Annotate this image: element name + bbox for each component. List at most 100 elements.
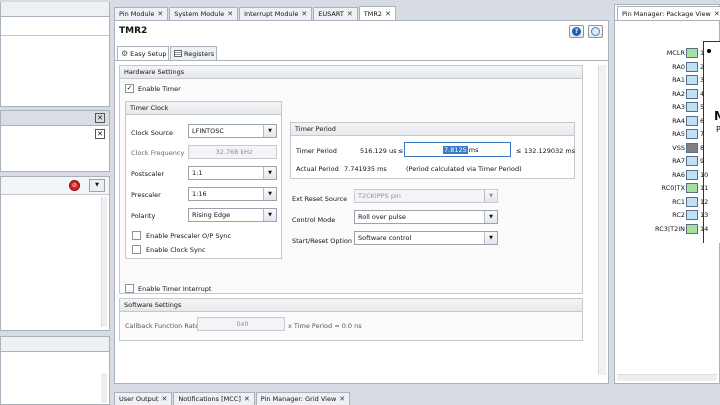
clock-source-label: Clock Source [131,129,174,137]
start-reset-label: Start/Reset Option [292,237,352,245]
software-settings-group: Software Settings Callback Function Rate… [119,298,583,341]
pin-box[interactable] [686,61,698,72]
prescaler-select[interactable]: 1:16 ▼ [188,187,277,201]
close-icon[interactable]: ✕ [227,10,233,18]
pin-number: 5 [700,103,705,111]
software-settings-title: Software Settings [120,299,582,312]
chevron-down-icon[interactable]: ▼ [89,179,105,192]
pin-box[interactable] [686,115,698,126]
tab-eusart[interactable]: EUSART ✕ [313,7,358,20]
left-top-panel [0,2,110,107]
pin-box[interactable] [686,102,698,112]
close-icon[interactable]: ✕ [385,10,391,18]
clock-sync-checkbox[interactable] [132,245,141,254]
pin-box[interactable] [686,196,698,207]
actual-period-value: 7.741935 ms [344,165,387,173]
callback-rate-suffix: x Time Period = 0.0 ns [288,322,362,330]
timer-period-min: 516.129 us [360,147,397,155]
close-icon[interactable]: ✕ [714,10,720,18]
pin-number: 3 [700,76,705,84]
pin-number: 13 [700,211,709,219]
globe-icon[interactable] [588,25,603,38]
chip-label: P [716,125,720,134]
chevron-down-icon: ▼ [263,167,276,179]
control-mode-select[interactable]: Roll over pulse ▼ [354,210,498,224]
pin-number: 1 [700,49,705,57]
tab-user-output[interactable]: User Output ✕ [114,392,173,405]
pin-box[interactable] [686,223,698,234]
pin-box[interactable] [686,75,698,85]
scrollbar[interactable] [101,373,107,403]
scrollbar[interactable] [101,197,107,327]
close-icon[interactable]: ✕ [244,395,250,403]
pin-label: RA7 [672,157,685,165]
left-bottom-panel [0,336,110,405]
timer-interrupt-checkbox[interactable] [125,284,134,293]
callback-rate-input[interactable]: 0x0 [197,317,285,331]
tab-system-module[interactable]: System Module ✕ [169,7,239,20]
pin-box[interactable] [686,129,698,139]
start-reset-select[interactable]: Software control ▼ [354,231,498,245]
clock-source-select[interactable]: LFINTOSC ▼ [188,124,277,138]
tab-pin-manager-grid-view[interactable]: Pin Manager: Grid View ✕ [255,392,351,405]
pin-label: RA6 [672,170,685,179]
module-body: TMR2 ? ⚙ Easy Setup Registers Hardware Se… [114,20,609,384]
chevron-down-icon: ▼ [484,232,497,244]
tab-easy-setup[interactable]: ⚙ Easy Setup [117,46,169,60]
timer-clock-title: Timer Clock [126,102,281,115]
pin-number: 7 [700,130,705,138]
prescaler-sync-checkbox[interactable] [132,231,141,240]
polarity-select[interactable]: Rising Edge ▼ [188,208,277,222]
actual-period-note: (Period calculated via Timer Period) [406,165,522,173]
stop-icon[interactable]: ⊘ [69,180,80,191]
timer-period-input[interactable]: 7.8125 ms [404,142,511,157]
pin-number: 12 [700,197,709,206]
close-icon[interactable]: ✕ [95,129,105,139]
pin-box[interactable] [686,88,698,99]
pin-number: 14 [700,224,709,233]
clock-frequency-label: Clock Frequency [131,149,185,157]
table-icon [174,50,182,57]
chip-label: M [714,109,720,123]
tab-pin-module[interactable]: Pin Module ✕ [114,7,169,20]
chevron-down-icon: ▼ [263,188,276,200]
tab-interrupt-module[interactable]: Interrupt Module ✕ [239,7,313,20]
close-icon[interactable]: ✕ [301,10,307,18]
pin-number: 9 [700,157,705,165]
close-icon[interactable]: ✕ [95,113,105,123]
control-mode-label: Control Mode [292,216,336,224]
chevron-down-icon: ▼ [263,125,276,137]
scrollbar[interactable] [598,65,606,375]
pin-box[interactable] [686,142,698,153]
close-icon[interactable]: ✕ [161,395,167,403]
tab-notifications-mcc[interactable]: Notifications [MCC] ✕ [173,392,255,405]
enable-timer-checkbox[interactable]: ✓ [125,84,134,93]
tab-registers[interactable]: Registers [170,46,217,60]
tab-tmr2[interactable]: TMR2 ✕ [358,6,396,20]
pin-number: 11 [700,184,709,192]
pin-manager-package-view: Pin Manager: Package View ✕ M P MCLR 1 RA0 2… [614,4,720,384]
chevron-down-icon: ▼ [263,209,276,221]
pin-label: MCLR [666,49,685,57]
timer-period-label: Timer Period [296,147,337,155]
chevron-down-icon: ▼ [484,211,497,223]
pin-box[interactable] [686,169,698,180]
center-editor: Pin Module ✕ System Module ✕ Interrupt Modul… [114,6,609,384]
pin-box[interactable] [686,210,698,220]
horizontal-scrollbar[interactable] [617,374,717,381]
pin-box[interactable] [686,156,698,166]
hardware-settings-title: Hardware Settings [120,66,582,79]
help-icon[interactable]: ? [569,25,584,38]
timer-clock-group: Timer Clock Clock Source LFINTOSC ▼ Clock… [125,101,282,259]
close-icon[interactable]: ✕ [157,10,163,18]
close-icon[interactable]: ✕ [339,395,345,403]
bottom-tabbar: User Output ✕ Notifications [MCC] ✕ Pin Mana… [114,391,351,405]
pin-label: RC3|T2IN [655,224,685,233]
pin-box[interactable] [686,48,698,58]
pin-number: 2 [700,62,705,71]
module-tabbar: Pin Module ✕ System Module ✕ Interrupt Modul… [114,6,609,20]
pin-box[interactable] [686,183,698,193]
close-icon[interactable]: ✕ [347,10,353,18]
postscaler-select[interactable]: 1:1 ▼ [188,166,277,180]
tab-pin-manager-package-view[interactable]: Pin Manager: Package View ✕ [617,6,720,20]
